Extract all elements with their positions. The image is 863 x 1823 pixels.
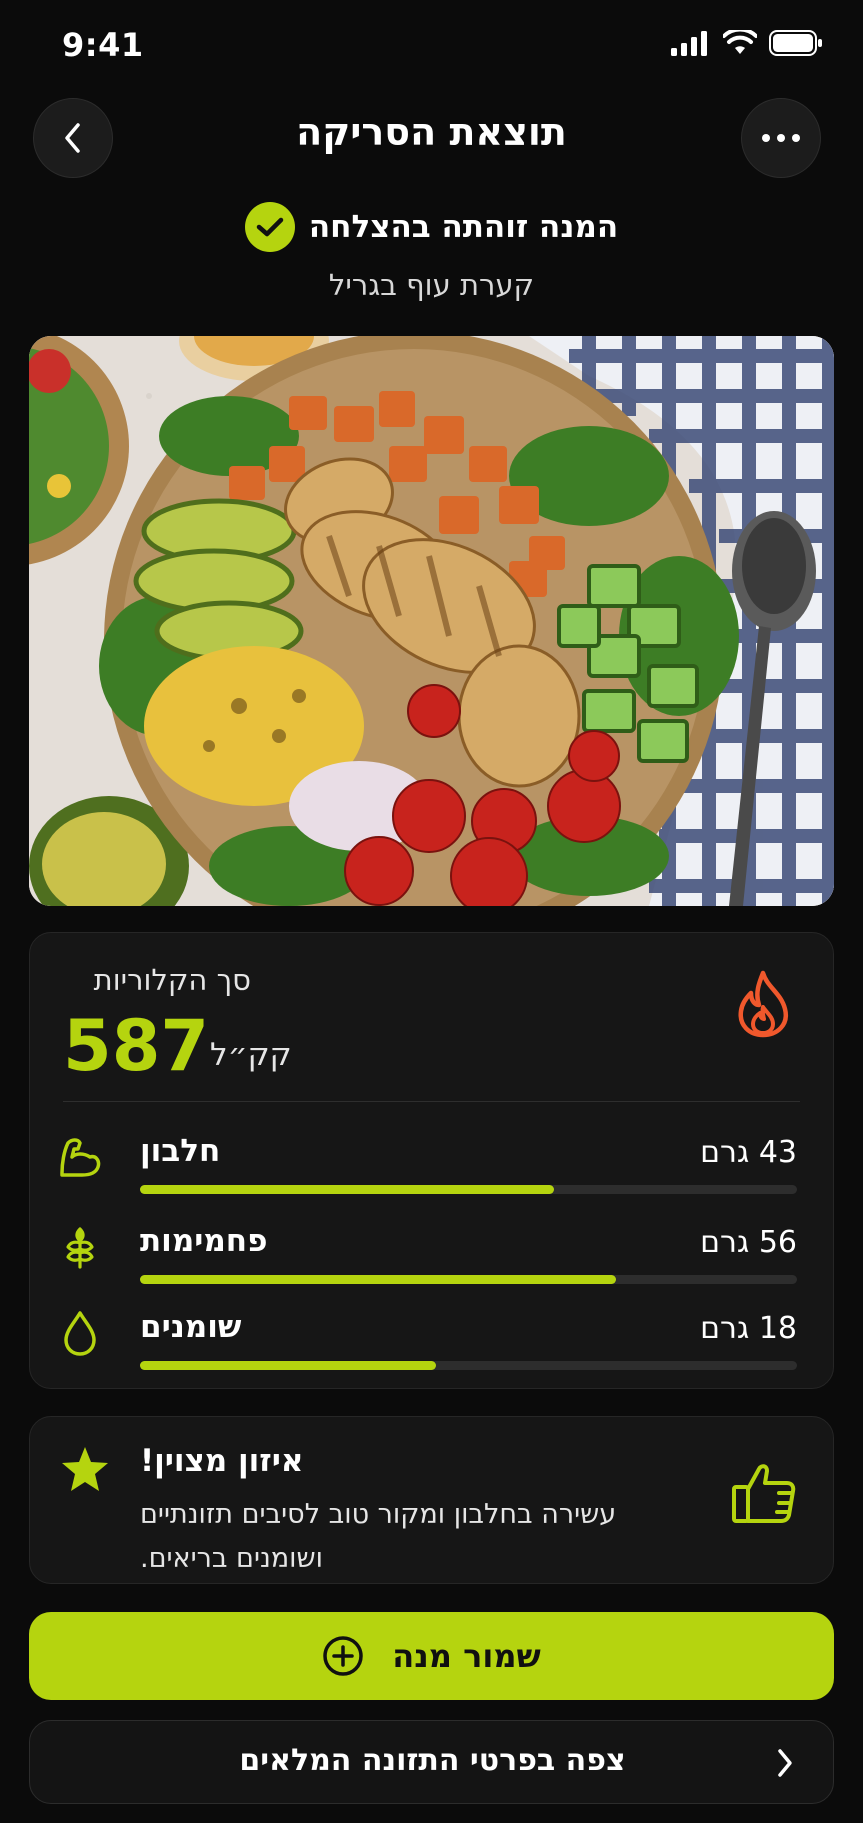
- wheat-icon: [66, 1227, 94, 1269]
- status-time: 9:41: [62, 26, 144, 64]
- macro-carbs: פחמימות 56 גרם: [30, 1223, 835, 1293]
- chevron-right-icon: [778, 1749, 792, 1777]
- calories-card: סך הקלוריות 587 קק״ל חלבון 43 גרם פחמימו…: [29, 932, 834, 1389]
- macro-fat: שומנים 18 גרם: [30, 1309, 835, 1379]
- status-icons: [671, 30, 823, 56]
- success-text: המנה זוהתה בהצלחה: [308, 209, 619, 245]
- drop-icon: [64, 1311, 96, 1356]
- calories-value: 587: [63, 1005, 210, 1087]
- more-icon: [762, 134, 800, 142]
- star-icon: [62, 1447, 108, 1491]
- macro-progress-track: [140, 1275, 797, 1284]
- battery-icon: [769, 30, 822, 56]
- save-dish-label: שמור מנה: [392, 1637, 541, 1675]
- macro-name: שומנים: [140, 1309, 242, 1345]
- insight-title: איזון מצוין!: [140, 1443, 304, 1479]
- save-dish-button[interactable]: שמור מנה: [29, 1612, 834, 1700]
- macro-amount: 56 גרם: [700, 1225, 797, 1260]
- muscle-icon: [60, 1138, 101, 1177]
- calories-unit: קק״ל: [210, 1037, 292, 1073]
- signal-icon: [671, 31, 707, 56]
- macro-amount: 18 גרם: [700, 1311, 797, 1346]
- macro-progress-fill: [140, 1275, 617, 1284]
- macro-progress-fill: [140, 1185, 554, 1194]
- plus-circle-icon: [323, 1636, 364, 1676]
- check-icon: [244, 202, 295, 252]
- wifi-icon: [723, 30, 757, 54]
- success-row: המנה זוהתה בהצלחה: [0, 202, 863, 252]
- view-nutrition-details-label: צפה בפרטי התזונה המלאים: [239, 1743, 626, 1778]
- food-photo: [29, 336, 834, 906]
- insight-text: עשירה בחלבון ומקור טוב לסיבים תזונתיים ו…: [140, 1499, 617, 1574]
- dish-name: קערת עוף בגריל: [328, 268, 535, 302]
- view-nutrition-details-button[interactable]: צפה בפרטי התזונה המלאים: [29, 1720, 834, 1804]
- macro-name: פחמימות: [140, 1223, 268, 1259]
- macro-protein: חלבון 43 גרם: [30, 1133, 835, 1203]
- calories-label: סך הקלוריות: [93, 963, 251, 997]
- insight-card: איזון מצוין! עשירה בחלבון ומקור טוב לסיב…: [29, 1416, 834, 1584]
- macro-amount: 43 גרם: [700, 1135, 797, 1170]
- macro-progress-fill: [140, 1361, 436, 1370]
- status-bar: 9:41: [0, 0, 863, 90]
- macro-progress-track: [140, 1361, 797, 1370]
- macro-name: חלבון: [140, 1133, 221, 1169]
- flame-icon: [738, 970, 789, 1038]
- thumbs-up-icon: [732, 1464, 796, 1523]
- more-options-button[interactable]: [741, 98, 821, 178]
- divider: [63, 1101, 800, 1102]
- macro-progress-track: [140, 1185, 797, 1194]
- page-title: תוצאת הסריקה: [296, 110, 567, 154]
